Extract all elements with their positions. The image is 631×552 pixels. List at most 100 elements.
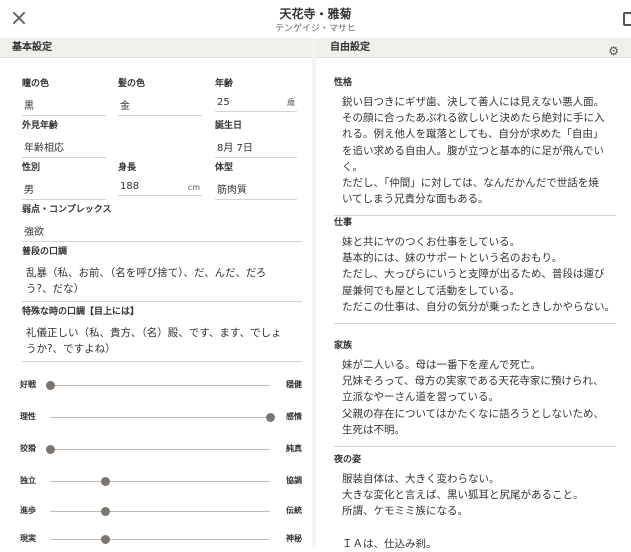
family-text[interactable]: 妹が二人いる。母は一番下を産んで死亡。 兄妹そろって、母方の実家である天花寺家に… <box>334 357 616 438</box>
text-line: その顔に合ったあぶれる欲しいと決めたら絶対に手に入 <box>342 112 605 125</box>
text-line: を追い求める自由人。腹が立つと基本的に足が飛んでい <box>342 144 604 157</box>
slider-knob[interactable] <box>266 413 275 422</box>
hair-color-field[interactable]: 髪の色 金 <box>118 76 202 116</box>
title-bar: 天花寺・雅菊 テンゲイジ・マサヒ <box>0 0 631 38</box>
slider-track[interactable] <box>50 477 270 486</box>
night-label: 夜の姿 <box>334 455 362 465</box>
slider-progress-tradition[interactable]: 進歩 伝統 <box>20 502 302 522</box>
height-input[interactable]: 188 cm <box>118 179 202 196</box>
age-field[interactable]: 年齢 25 歳 <box>215 76 297 112</box>
section-free-title: 自由設定 <box>330 42 370 53</box>
slider-reality-mystic[interactable]: 現実 神秘 <box>20 530 302 550</box>
character-reading: テンゲイジ・マサヒ <box>275 24 356 34</box>
work-section[interactable]: 仕事 妹と共にヤのつくお仕事をしている。 基本的には、妹のサポートという名のおも… <box>334 215 616 325</box>
slider-knob[interactable] <box>46 381 55 390</box>
section-basic-title: 基本設定 <box>12 42 52 53</box>
build-label: 体型 <box>215 163 234 173</box>
text-line: 妹が二人いる。母は一番下を産んで死亡。 <box>342 359 541 371</box>
eye-color-field[interactable]: 瞳の色 黒 <box>22 76 106 116</box>
special-speech-line: 礼儀正しい（私、貴方、（名）殿、です、ます、でしょ <box>26 327 282 339</box>
normal-speech-label: 普段の口調 <box>22 247 68 257</box>
slider-knob[interactable] <box>101 535 110 544</box>
weakness-value[interactable]: 強欲 <box>22 221 302 242</box>
slider-left-label: 狡猾 <box>20 444 36 453</box>
slider-left-label: 好戦 <box>20 380 36 389</box>
personality-section[interactable]: 性格 鋭い目つきにギザ歯、決して善人には見えない悪人面。 その顔に合ったあぶれる… <box>334 75 616 217</box>
slider-track[interactable] <box>50 507 270 516</box>
age-input[interactable]: 25 歳 <box>215 95 297 112</box>
text-line: 立派なやーさん道を習っている。 <box>342 391 499 404</box>
normal-speech-field[interactable]: 普段の口調 乱暴（私、お前、（名を呼び捨て）、だ、んだ、だろ う?、だな） <box>22 244 302 302</box>
gender-label: 性別 <box>22 163 41 173</box>
slider-track[interactable] <box>50 535 270 544</box>
text-line: く。 <box>342 160 363 173</box>
text-line: 妹と共にヤのつくお仕事をしている。 <box>342 236 521 248</box>
section-basic-header: 基本設定 <box>0 38 312 58</box>
gender-value[interactable]: 男 <box>22 179 106 200</box>
personality-text[interactable]: 鋭い目つきにギザ歯、決して善人には見えない悪人面。 その顔に合ったあぶれる欲しい… <box>334 94 616 207</box>
apparent-age-value[interactable]: 年齢相応 <box>22 137 106 158</box>
window-icon[interactable] <box>623 12 631 26</box>
slider-right-label: 協調 <box>286 476 302 485</box>
text-line: 鋭い目つきにギザ歯、決して善人には見えない悪人面。 <box>342 96 605 108</box>
text-line: ＩＡは、仕込み刹。 <box>342 537 437 550</box>
hair-color-value[interactable]: 金 <box>118 95 202 116</box>
slider-right-label: 神秘 <box>286 534 302 543</box>
text-line: 基本的には、妹のサポートという名のおもり。 <box>342 252 563 265</box>
slider-belligerent-peaceful[interactable]: 好戦 穏健 <box>20 376 302 396</box>
slider-left-label: 現実 <box>20 534 36 543</box>
divider-line <box>334 323 616 325</box>
slider-reason-emotion[interactable]: 理性 感情 <box>20 408 302 428</box>
weakness-field[interactable]: 弱点・コンプレックス 強欲 <box>22 202 302 242</box>
slider-knob[interactable] <box>101 507 110 516</box>
height-unit: cm <box>187 183 200 192</box>
night-text[interactable]: 服装自体は、大きく変わらない。 大きな変化と言えば、黒い狐耳と尻尾があること。 … <box>334 471 616 552</box>
special-speech-text[interactable]: 礼儀正しい（私、貴方、（名）殿、です、ます、でしょ うか?、ですよね） <box>22 323 302 362</box>
text-line <box>342 520 616 536</box>
text-line: 大きな変化と言えば、黒い狐耳と尻尾があること。 <box>342 489 584 502</box>
height-label: 身長 <box>118 163 137 173</box>
slider-track[interactable] <box>50 413 275 422</box>
slider-right-label: 穏健 <box>286 380 302 389</box>
gear-icon[interactable]: ⚙ <box>608 41 619 61</box>
slider-right-label: 純真 <box>286 444 302 453</box>
apparent-age-field[interactable]: 外見年齢 年齢相応 <box>22 118 106 158</box>
family-label: 家族 <box>334 341 353 351</box>
night-section[interactable]: 夜の姿 服装自体は、大きく変わらない。 大きな変化と言えば、黒い狐耳と尻尾がある… <box>334 452 616 552</box>
slider-track[interactable] <box>46 445 270 454</box>
height-value: 188 <box>120 181 140 192</box>
slider-track[interactable] <box>46 381 270 390</box>
slider-left-label: 独立 <box>20 476 36 485</box>
slider-cunning-innocent[interactable]: 狡猾 純真 <box>20 440 302 460</box>
family-section[interactable]: 家族 妹が二人いる。母は一番下を産んで死亡。 兄妹そろって、母方の実家である天花… <box>334 338 616 448</box>
weakness-label: 弱点・コンプレックス <box>22 205 112 215</box>
eye-color-label: 瞳の色 <box>22 79 50 89</box>
slider-knob[interactable] <box>101 477 110 486</box>
birthday-field[interactable]: 誕生日 8月 7日 <box>215 118 297 158</box>
apparent-age-label: 外見年齢 <box>22 121 59 131</box>
slider-independent-cooperative[interactable]: 独立 協調 <box>20 472 302 492</box>
build-field[interactable]: 体型 筋肉質 <box>215 160 297 200</box>
text-line: れる。例え他人を蹴落としても、自分が求めた「自由」 <box>342 128 604 141</box>
text-line: いてしまう兄貴分な面もある。 <box>342 193 489 206</box>
personality-label: 性格 <box>334 78 353 88</box>
work-text[interactable]: 妹と共にヤのつくお仕事をしている。 基本的には、妹のサポートという名のおもり。 … <box>334 234 616 315</box>
birthday-value[interactable]: 8月 7日 <box>215 137 297 158</box>
text-line: 兄妹そろって、母方の実家である天花寺家に預けられ、 <box>342 375 604 388</box>
normal-speech-line: 乱暴（私、お前、（名を呼び捨て）、だ、んだ、だろ <box>26 267 267 279</box>
character-name: 天花寺・雅菊 <box>279 7 352 21</box>
build-value[interactable]: 筋肉質 <box>215 179 297 200</box>
eye-color-value[interactable]: 黒 <box>22 95 106 116</box>
age-unit: 歳 <box>287 98 295 107</box>
text-line: ただこの仕事は、自分の気分が乗ったときしかやらない。 <box>342 300 615 313</box>
special-speech-field[interactable]: 特殊な時の口調【目上には】 礼儀正しい（私、貴方、（名）殿、です、ます、でしょ … <box>22 304 302 362</box>
age-value: 25 <box>217 97 230 108</box>
normal-speech-text[interactable]: 乱暴（私、お前、（名を呼び捨て）、だ、んだ、だろ う?、だな） <box>22 263 302 302</box>
slider-knob[interactable] <box>46 445 55 454</box>
height-field[interactable]: 身長 188 cm <box>118 160 202 196</box>
slider-right-label: 伝統 <box>286 506 302 515</box>
hair-color-label: 髪の色 <box>118 79 146 89</box>
divider-line <box>334 446 616 448</box>
gender-field[interactable]: 性別 男 <box>22 160 106 200</box>
special-speech-label: 特殊な時の口調【目上には】 <box>22 307 140 317</box>
